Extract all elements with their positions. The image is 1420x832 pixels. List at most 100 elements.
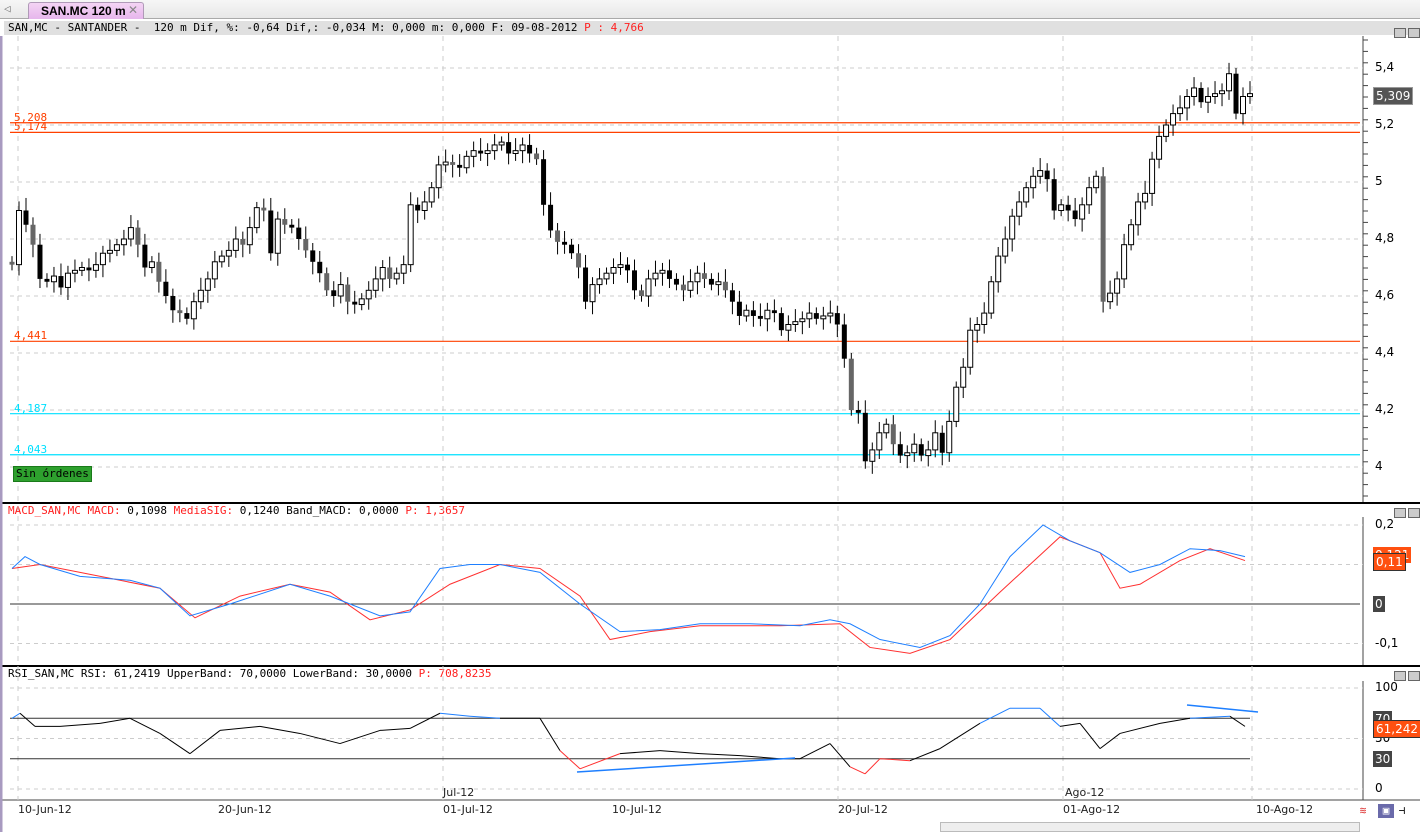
- rsi-segment: [59, 722, 101, 727]
- candle-body: [15, 210, 22, 266]
- candle-body: [113, 244, 120, 251]
- candle-body: [268, 210, 274, 254]
- minimize-button[interactable]: [1394, 508, 1406, 518]
- candle-body: [715, 281, 722, 286]
- candle-body: [92, 264, 99, 271]
- candle-body: [282, 219, 288, 225]
- rsi-segment: [189, 730, 221, 755]
- candle-body: [519, 144, 526, 152]
- rsi-segment: [11, 712, 21, 719]
- minimize-button[interactable]: [1394, 671, 1406, 681]
- rsi-segment: [379, 727, 411, 731]
- candle-body: [1163, 124, 1170, 137]
- candle-body: [1191, 87, 1198, 97]
- candle-body: [1065, 204, 1071, 211]
- x-label: 10-Ago-12: [1256, 803, 1314, 816]
- level-label: 4,187: [14, 401, 48, 415]
- rsi-segment: [259, 725, 301, 734]
- candle-body: [583, 267, 589, 302]
- candle-body: [317, 261, 323, 274]
- rsi-segment: [619, 750, 661, 755]
- candle-body: [946, 420, 953, 454]
- candle-body: [372, 278, 379, 291]
- candle-body: [806, 312, 813, 320]
- candle-body: [1149, 158, 1156, 194]
- pin-icon[interactable]: ⊣: [1394, 804, 1410, 818]
- candle-body: [855, 410, 861, 413]
- candle-body: [617, 264, 624, 268]
- indicator-icon[interactable]: ≋: [1355, 804, 1371, 818]
- candle-body: [1233, 73, 1239, 114]
- save-icon[interactable]: ▣: [1378, 804, 1394, 818]
- minimize-button[interactable]: [1394, 28, 1406, 38]
- candle-body: [407, 204, 414, 266]
- candle-body: [625, 264, 631, 271]
- candle-body: [638, 290, 644, 296]
- macd-tick: 0,2: [1375, 517, 1395, 531]
- candle-body: [106, 249, 113, 254]
- candle-body: [981, 312, 988, 326]
- candle-body: [253, 207, 260, 229]
- maximize-button[interactable]: [1408, 671, 1420, 681]
- month-label: Ago-12: [1065, 786, 1105, 799]
- candle-body: [30, 224, 36, 245]
- candle-body: [1086, 187, 1093, 206]
- price-tick: 5,4: [1375, 60, 1395, 74]
- candle-body: [457, 164, 463, 168]
- chart-canvas[interactable]: [0, 0, 1420, 832]
- candle-body: [1023, 187, 1030, 203]
- candle-body: [58, 276, 64, 288]
- candle-body: [1219, 90, 1226, 95]
- candle-body: [1114, 278, 1121, 294]
- rsi-segment: [699, 753, 741, 757]
- candle-body: [296, 227, 302, 239]
- candle-body: [673, 278, 679, 285]
- level-label: 4,441: [14, 329, 48, 343]
- candle-body: [240, 239, 246, 245]
- candle-body: [1184, 96, 1191, 109]
- candle-body: [415, 204, 421, 211]
- rsi-segment: [1079, 723, 1101, 749]
- candle-body: [1142, 192, 1149, 203]
- candle-body: [127, 227, 134, 240]
- rsi-segment: [659, 750, 701, 755]
- candle-body: [764, 309, 771, 320]
- x-label: 20-Jul-12: [838, 803, 888, 816]
- candle-body: [694, 272, 701, 283]
- candle-body: [534, 153, 540, 160]
- candle-body: [841, 324, 847, 359]
- macd-line: [11, 524, 1246, 648]
- candle-body: [1170, 113, 1177, 126]
- candle-body: [974, 324, 981, 331]
- candle-body: [1002, 238, 1009, 257]
- candle-body: [478, 150, 484, 154]
- candle-body: [484, 150, 491, 154]
- candle-body: [512, 150, 519, 154]
- candle-body: [345, 284, 351, 302]
- candle-body: [771, 310, 777, 314]
- candle-body: [925, 449, 932, 457]
- candle-body: [1121, 244, 1128, 280]
- candle-body: [71, 269, 78, 274]
- candle-body: [722, 281, 728, 291]
- candle-body: [1198, 87, 1204, 103]
- candle-body: [1079, 204, 1086, 220]
- horizontal-scrollbar[interactable]: [940, 822, 1360, 832]
- candle-body: [834, 313, 840, 325]
- candle-body: [939, 432, 945, 453]
- candle-body: [736, 301, 742, 316]
- candle-body: [358, 298, 365, 306]
- candle-body: [750, 310, 756, 316]
- orders-badge: Sin órdenes: [13, 466, 92, 482]
- candle-body: [23, 210, 29, 225]
- candle-body: [506, 142, 512, 154]
- price-tick: 4,4: [1375, 345, 1395, 359]
- rsi-segment: [99, 717, 131, 724]
- maximize-button[interactable]: [1408, 28, 1420, 38]
- candle-body: [1037, 170, 1044, 177]
- price-tick: 4,2: [1375, 402, 1395, 416]
- maximize-button[interactable]: [1408, 508, 1420, 518]
- macd-tick: -0,1: [1375, 636, 1399, 650]
- candle-body: [1226, 73, 1233, 92]
- candle-body: [862, 412, 868, 462]
